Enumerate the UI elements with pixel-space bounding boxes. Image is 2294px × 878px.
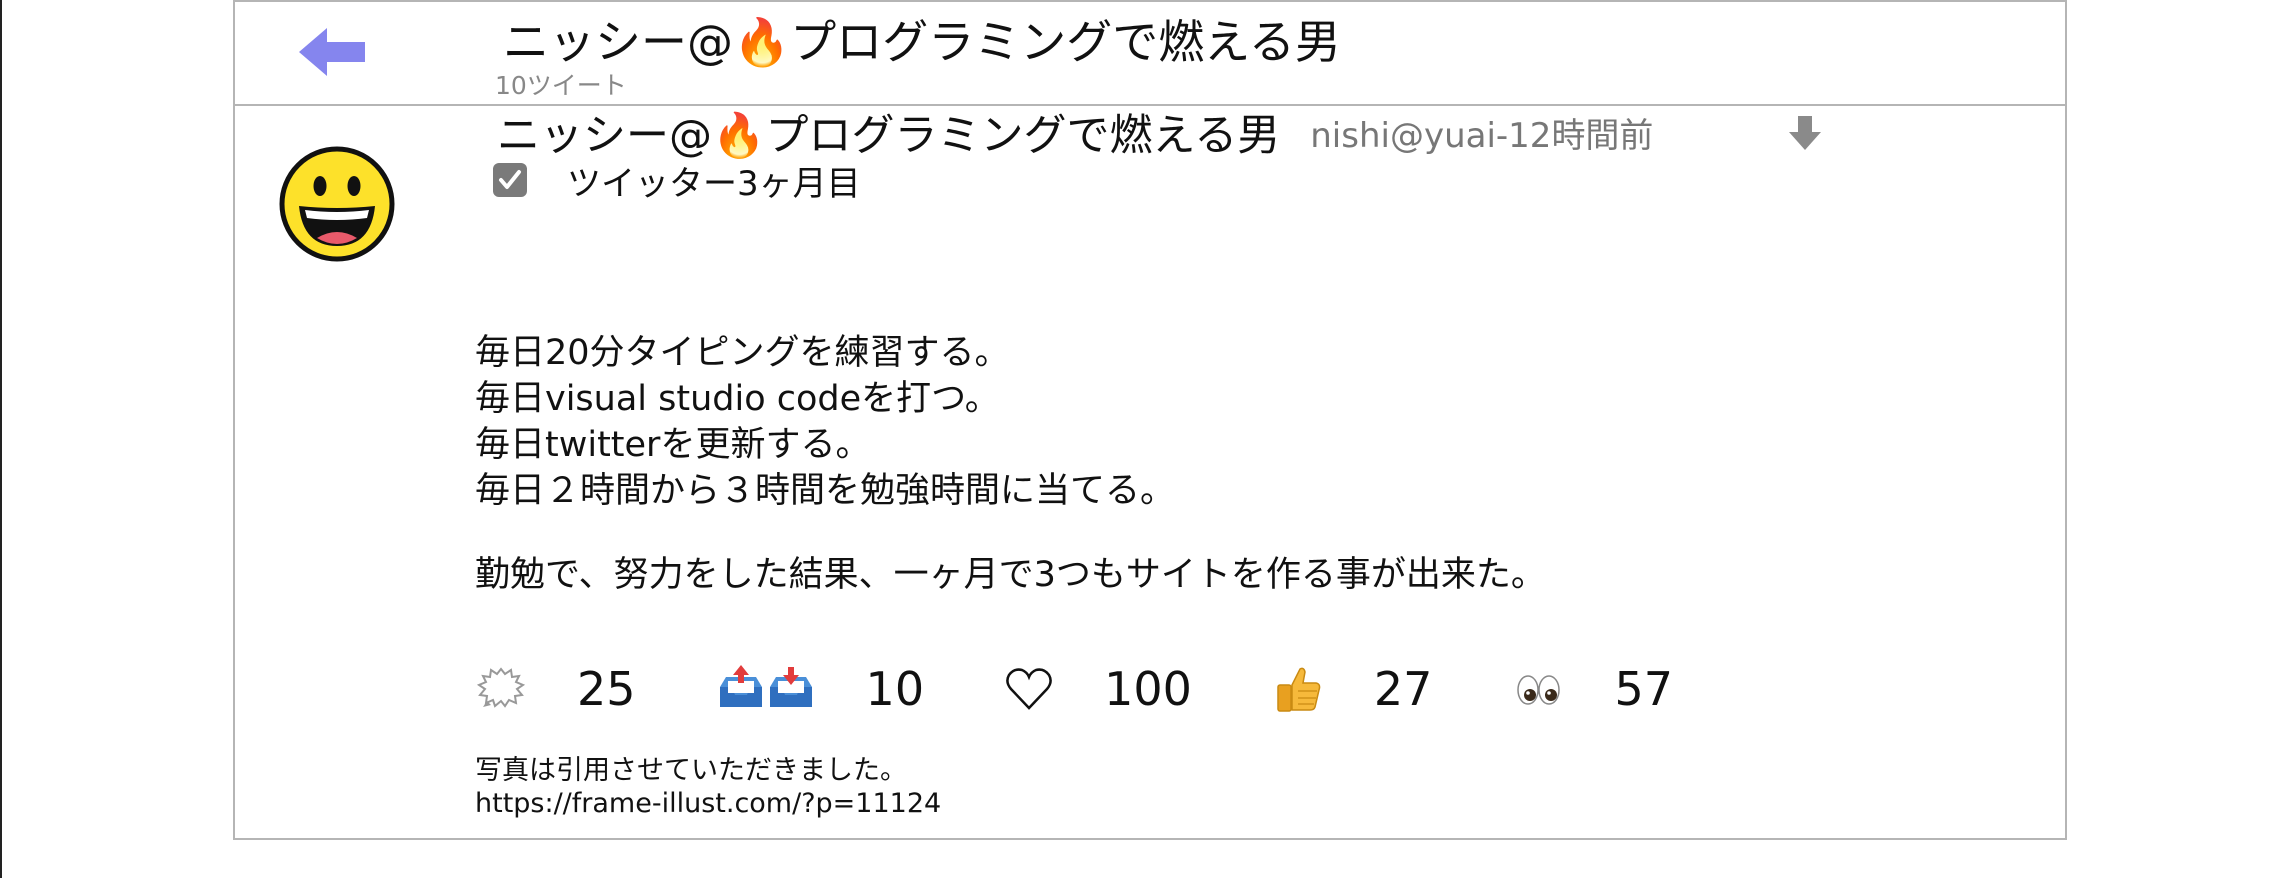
account-age-label: ツイッター3ヶ月目 (567, 163, 861, 204)
download-button[interactable] (1787, 114, 1823, 154)
heart-icon (1006, 668, 1052, 710)
account-meta: ツイッター3ヶ月目 (493, 157, 861, 204)
thumbs-up-count: 27 (1373, 662, 1433, 716)
views-button[interactable]: 57 (1512, 662, 1673, 716)
profile-header: ニッシー@🔥プログラミングで燃える男 10ツイート (235, 2, 2065, 106)
body-line: 毎日20分タイピングを練習する。 (475, 333, 1010, 373)
like-button[interactable]: 100 (1004, 662, 1192, 716)
credit-text: 写真は引用させていただきました。 (475, 755, 907, 786)
body-line: 毎日２時間から３時間を勉強時間に当てる。 (475, 471, 1176, 511)
eyes-icon (1517, 675, 1561, 705)
retweet-inbox-icon (719, 665, 812, 707)
body-line: 毎日twitterを更新する。 (475, 425, 871, 465)
checkmark-icon (499, 170, 521, 189)
back-button[interactable] (297, 22, 367, 82)
image-credit: 写真は引用させていただきました。 https://frame-illust.co… (475, 754, 941, 820)
thumbs-up-icon (1277, 667, 1321, 712)
smiley-face-icon (279, 146, 395, 262)
tweet-body: 毎日20分タイピングを練習する。 毎日visual studio codeを打つ… (475, 330, 1546, 598)
page-title: ニッシー@🔥プログラミングで燃える男 (503, 15, 1341, 69)
body-line: 毎日visual studio codeを打つ。 (475, 379, 1000, 419)
tweet-count: 10ツイート (495, 71, 627, 100)
reply-button[interactable]: 25 (475, 662, 636, 716)
down-arrow-icon (1789, 116, 1821, 150)
reply-count: 25 (577, 662, 636, 716)
display-name[interactable]: ニッシー@🔥プログラミングで燃える男 (497, 101, 1280, 163)
like-count: 100 (1104, 662, 1192, 716)
thumbs-up-button[interactable]: 27 (1272, 662, 1433, 716)
retweet-button[interactable]: 10 (716, 662, 925, 716)
action-bar: 25 10 100 27 57 (475, 654, 1673, 724)
handle-and-time: nishi@yuai-12時間前 (1310, 115, 1654, 156)
views-count: 57 (1614, 662, 1673, 716)
credit-url[interactable]: https://frame-illust.com/?p=11124 (475, 787, 941, 820)
body-paragraph: 勤勉で、努力をした結果、一ヶ月で3つもサイトを作る事が出来た。 (475, 555, 1546, 595)
avatar[interactable] (277, 144, 397, 264)
author-row: ニッシー@🔥プログラミングで燃える男 nishi@yuai-12時間前 (497, 102, 1653, 162)
retweet-count: 10 (865, 662, 925, 716)
speech-bubble-icon (476, 667, 526, 708)
window-edge (0, 0, 2, 878)
left-arrow-icon (299, 28, 365, 76)
tweet-card: ニッシー@🔥プログラミングで燃える男 10ツイート ニッシー@🔥プログラミングで… (233, 0, 2067, 840)
verified-checkbox[interactable] (493, 163, 527, 197)
